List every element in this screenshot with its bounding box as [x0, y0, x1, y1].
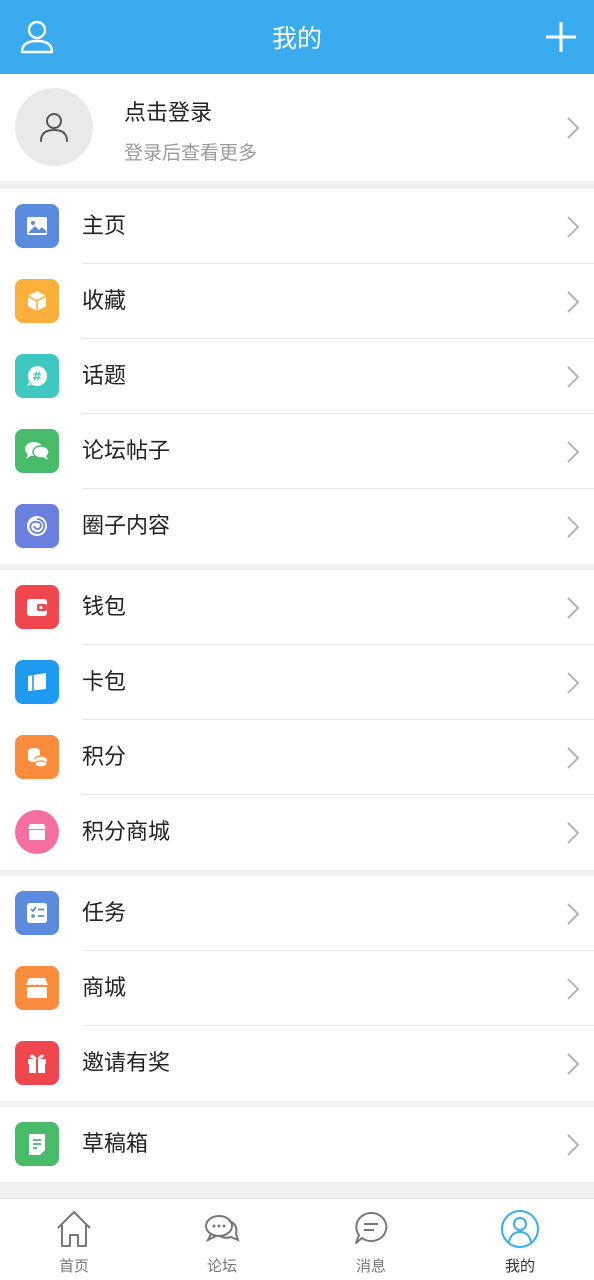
store-icon — [15, 966, 59, 1010]
menu-item-points-mall[interactable]: 积分商城 — [0, 795, 594, 870]
chevron-right-icon — [567, 903, 580, 925]
swirl-icon — [15, 504, 59, 548]
menu-item-label: 草稿箱 — [82, 1132, 149, 1157]
chevron-right-icon — [567, 672, 580, 694]
tab-messages[interactable]: 消息 — [297, 1199, 445, 1280]
menu-item-card-wallet[interactable]: 卡包 — [0, 645, 594, 720]
menu-item-drafts[interactable]: 草稿箱 — [0, 1107, 594, 1182]
menu-item-circle-content[interactable]: 圈子内容 — [0, 489, 594, 564]
message-icon — [355, 1211, 388, 1244]
chevron-right-icon — [567, 366, 580, 388]
hashtag-bubble-icon: # — [15, 354, 59, 398]
login-link[interactable]: 点击登录 — [124, 95, 212, 127]
menu-item-label: 卡包 — [82, 670, 127, 695]
image-icon — [15, 204, 59, 248]
chevron-right-icon — [567, 747, 580, 769]
menu-item-label: 论坛帖子 — [82, 439, 171, 464]
chevron-right-icon — [567, 441, 580, 463]
menu-item-label: 收藏 — [82, 289, 127, 314]
menu-item-label: 邀请有奖 — [82, 1051, 171, 1076]
plus-icon[interactable] — [542, 18, 580, 56]
avatar-placeholder-icon — [40, 113, 68, 142]
menu-item-wallet[interactable]: 钱包 — [0, 570, 594, 645]
menu-group-content: 主页 收藏 # 话题 论坛帖子 圈子内容 — [0, 189, 594, 564]
tab-home[interactable]: 首页 — [0, 1199, 148, 1280]
shop-icon — [15, 810, 59, 854]
menu-item-invite-reward[interactable]: 邀请有奖 — [0, 1026, 594, 1101]
menu-item-forum-posts[interactable]: 论坛帖子 — [0, 414, 594, 489]
menu-group-wallet: 钱包 卡包 积分 积分商城 — [0, 570, 594, 870]
menu-item-label: 积分商城 — [82, 820, 171, 845]
gift-icon — [15, 1041, 59, 1085]
wallet-icon — [15, 585, 59, 629]
chevron-right-icon — [567, 978, 580, 1000]
menu-item-label: 圈子内容 — [82, 514, 171, 539]
chevron-right-icon — [567, 291, 580, 313]
chevron-right-icon — [567, 822, 580, 844]
bottom-tab-bar: 首页 论坛 消息 我的 — [0, 1198, 594, 1280]
chevron-right-icon — [567, 1134, 580, 1156]
menu-item-label: 钱包 — [82, 595, 127, 620]
login-hint: 登录后查看更多 — [124, 142, 258, 164]
coins-icon — [15, 735, 59, 779]
menu-item-points[interactable]: 积分 — [0, 720, 594, 795]
chevron-right-icon — [567, 597, 580, 619]
task-list-icon — [15, 891, 59, 935]
menu-item-label: 商城 — [82, 976, 127, 1001]
menu-item-label: 积分 — [82, 745, 127, 770]
menu-item-topics[interactable]: # 话题 — [0, 339, 594, 414]
chevron-right-icon — [567, 216, 580, 238]
forum-icon — [205, 1215, 240, 1243]
chat-bubbles-icon — [15, 429, 59, 473]
tab-forum[interactable]: 论坛 — [148, 1199, 296, 1280]
tab-label: 消息 — [355, 1257, 386, 1275]
menu-item-favorites[interactable]: 收藏 — [0, 264, 594, 339]
chevron-right-icon — [567, 516, 580, 538]
menu-group-tasks: 任务 商城 邀请有奖 — [0, 876, 594, 1101]
app-screen: 我的 点击登录 登录后查看更多 主页 收藏 # 话题 论坛帖子 圈子内容 钱包 … — [0, 0, 594, 1280]
chevron-right-icon — [567, 117, 580, 139]
tab-profile[interactable]: 我的 — [446, 1199, 594, 1280]
svg-text:#: # — [32, 370, 42, 384]
box-icon — [15, 279, 59, 323]
menu-item-label: 任务 — [82, 901, 127, 926]
tab-label: 论坛 — [206, 1257, 237, 1275]
login-card[interactable]: 点击登录 登录后查看更多 — [0, 74, 594, 181]
tab-label: 我的 — [504, 1257, 535, 1275]
card-icon — [15, 660, 59, 704]
page-title: 我的 — [271, 24, 322, 53]
top-bar: 我的 — [0, 0, 594, 74]
draft-icon — [15, 1122, 59, 1166]
menu-item-homepage[interactable]: 主页 — [0, 189, 594, 264]
menu-item-label: 话题 — [82, 364, 127, 389]
chevron-right-icon — [567, 1053, 580, 1075]
tab-label: 首页 — [58, 1257, 89, 1275]
profile-icon — [501, 1210, 539, 1248]
home-icon — [57, 1211, 91, 1247]
menu-item-tasks[interactable]: 任务 — [0, 876, 594, 951]
menu-group-drafts: 草稿箱 — [0, 1107, 594, 1182]
menu-item-mall[interactable]: 商城 — [0, 951, 594, 1026]
avatar[interactable] — [15, 88, 93, 166]
menu-item-label: 主页 — [82, 214, 127, 239]
